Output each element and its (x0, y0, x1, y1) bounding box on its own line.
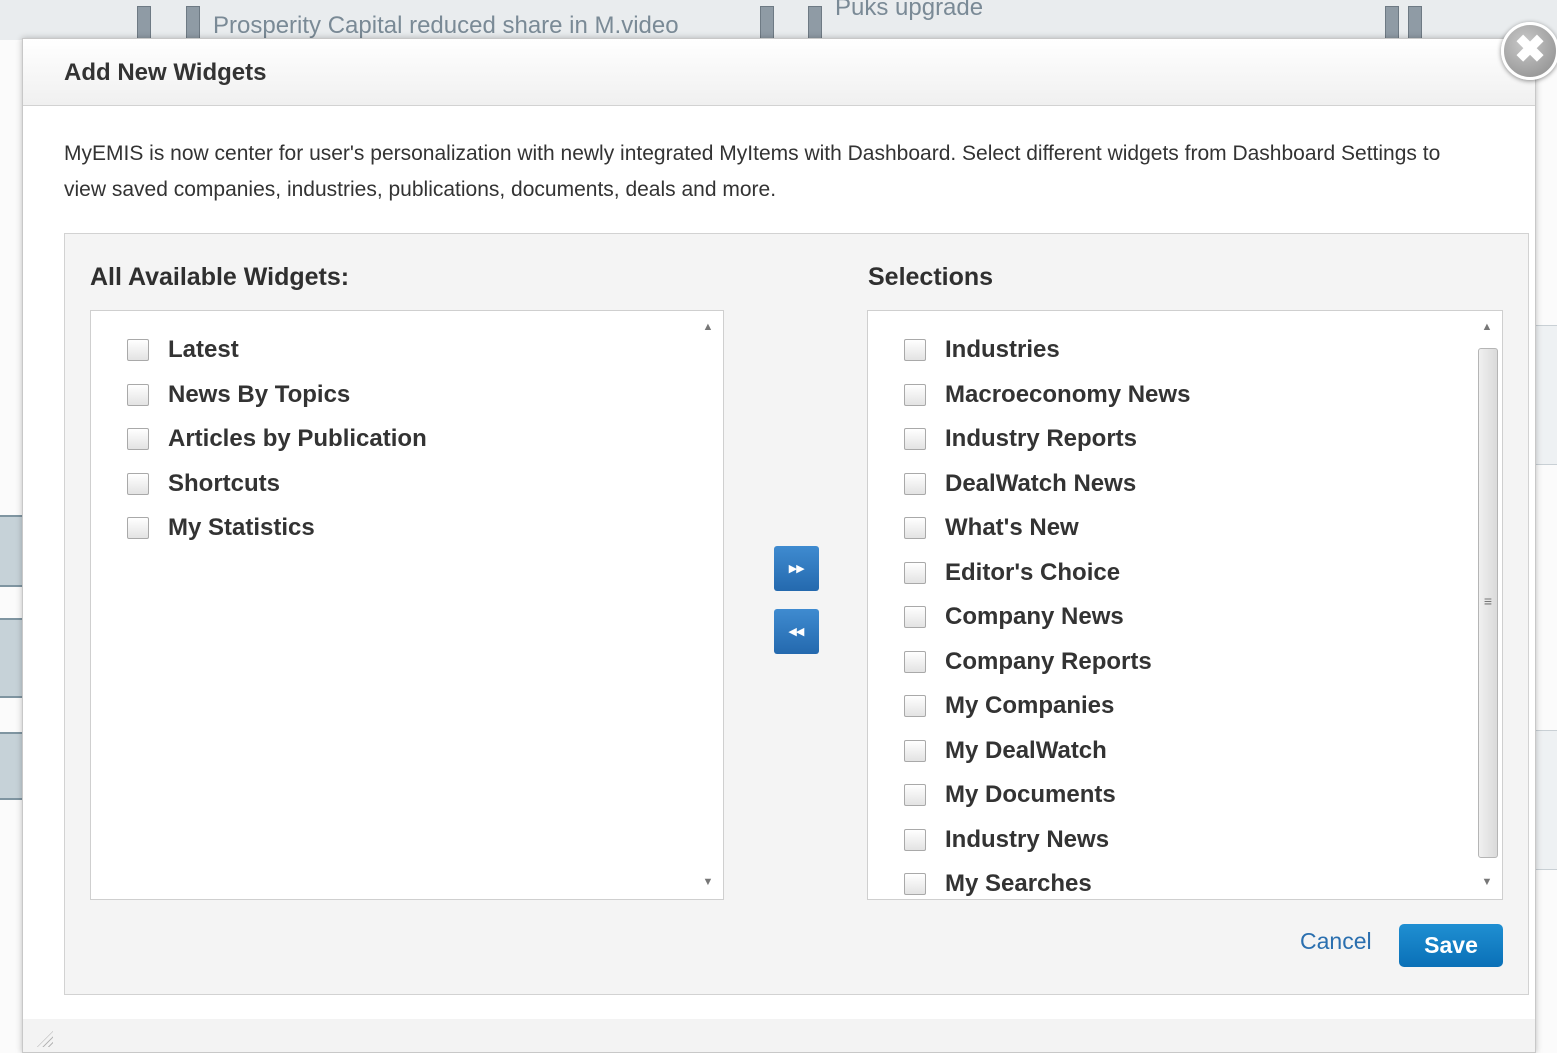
background-divider (186, 6, 200, 40)
widget-label: Macroeconomy News (945, 380, 1191, 408)
widget-label: Industry News (945, 825, 1110, 853)
widget-picker-panel: All Available Widgets: Latest News By Top… (64, 233, 1529, 995)
widget-list-item[interactable]: Industry News (904, 818, 1190, 863)
selections-heading: Selections (868, 263, 994, 291)
widget-checkbox[interactable] (904, 873, 926, 896)
background-divider (137, 6, 151, 40)
scroll-down-icon[interactable]: ▼ (693, 869, 723, 895)
background-divider (808, 6, 822, 40)
grip-icon: ≡ (1483, 593, 1493, 609)
available-widgets-list[interactable]: Latest News By Topics Articles by Publicat… (90, 310, 724, 900)
background-sidebar-tab (0, 515, 22, 587)
dialog-body: MyEMIS is now center for user's personal… (23, 106, 1535, 1019)
background-divider (760, 6, 774, 40)
background-headline: Puks upgrade (835, 0, 984, 21)
widget-label: My Searches (945, 870, 1092, 898)
double-chevron-left-icon: ◂◂ (788, 623, 805, 640)
widget-label: What's New (945, 514, 1079, 542)
widget-label: Industry Reports (945, 425, 1138, 453)
widget-label: News By Topics (168, 380, 351, 408)
widget-label: Industries (945, 336, 1060, 364)
widget-list-item[interactable]: Latest (127, 328, 427, 373)
widget-label: My Statistics (168, 514, 315, 542)
widget-label: Shortcuts (168, 469, 281, 497)
background-divider (1408, 6, 1422, 40)
background-headline: Prosperity Capital reduced share in M.vi… (213, 12, 679, 39)
widget-label: My Documents (945, 781, 1116, 809)
save-button[interactable]: Save (1399, 924, 1503, 967)
widget-list-item[interactable]: What's New (904, 506, 1190, 551)
scrollbar-thumb[interactable]: ≡ (1478, 348, 1498, 858)
widget-list-item[interactable]: DealWatch News (904, 462, 1190, 507)
background-divider (1385, 6, 1399, 40)
widget-list-item[interactable]: Macroeconomy News (904, 373, 1190, 418)
add-selected-button[interactable]: ▸▸ (774, 546, 819, 591)
widget-list-item[interactable]: Industries (904, 328, 1190, 373)
resize-handle-icon[interactable] (37, 1031, 53, 1047)
widget-checkbox[interactable] (904, 739, 926, 762)
widget-label: My Companies (945, 692, 1115, 720)
widget-label: Articles by Publication (168, 425, 427, 453)
dialog-title: Add New Widgets (64, 59, 267, 86)
widget-label: Editor's Choice (945, 558, 1121, 586)
widget-checkbox[interactable] (904, 339, 926, 362)
close-icon[interactable]: ✖ (1501, 22, 1557, 80)
scroll-down-icon[interactable]: ▼ (1472, 869, 1502, 895)
widget-list-item[interactable]: Shortcuts (127, 462, 427, 507)
widget-list-item[interactable]: My DealWatch (904, 729, 1190, 774)
widget-label: DealWatch News (945, 469, 1137, 497)
available-widgets-heading: All Available Widgets: (90, 263, 350, 291)
widget-checkbox[interactable] (127, 517, 149, 540)
dialog-description: MyEMIS is now center for user's personal… (64, 142, 1441, 201)
widget-list-item[interactable]: Company Reports (904, 640, 1190, 685)
widget-list-item[interactable]: News By Topics (127, 373, 427, 418)
scroll-up-icon[interactable]: ▲ (693, 314, 723, 340)
widget-list-item[interactable]: My Statistics (127, 506, 427, 551)
widget-checkbox[interactable] (127, 472, 149, 495)
widget-list-item[interactable]: Industry Reports (904, 417, 1190, 462)
widget-checkbox[interactable] (904, 695, 926, 718)
widget-checkbox[interactable] (127, 339, 149, 362)
background-sidebar-tab (0, 732, 22, 800)
widget-list-item[interactable]: My Companies (904, 684, 1190, 729)
widget-checkbox[interactable] (904, 650, 926, 673)
background-sidebar-tab (1536, 730, 1557, 870)
widget-checkbox[interactable] (904, 784, 926, 807)
widget-checkbox[interactable] (904, 561, 926, 584)
widget-checkbox[interactable] (904, 428, 926, 451)
widget-checkbox[interactable] (904, 383, 926, 406)
widget-list-item[interactable]: My Searches (904, 862, 1190, 899)
widget-checkbox[interactable] (904, 606, 926, 629)
scroll-up-icon[interactable]: ▲ (1472, 314, 1502, 340)
widget-checkbox[interactable] (904, 472, 926, 495)
dialog-header: Add New Widgets (23, 39, 1535, 106)
background-news-strip: Prosperity Capital reduced share in M.vi… (0, 0, 1557, 40)
widget-checkbox[interactable] (904, 828, 926, 851)
widget-list-item[interactable]: Company News (904, 595, 1190, 640)
selections-list-scrollbar[interactable]: ▲ ≡ ▼ (1472, 311, 1502, 899)
widget-list-item[interactable]: My Documents (904, 773, 1190, 818)
widget-list-item[interactable]: Editor's Choice (904, 551, 1190, 596)
widget-label: Company Reports (945, 647, 1152, 675)
selections-list[interactable]: Industries Macroeconomy News Industry Repo… (867, 310, 1503, 900)
cancel-button[interactable]: Cancel (1300, 928, 1372, 955)
widget-label: Latest (168, 336, 239, 364)
widget-label: Company News (945, 603, 1124, 631)
widget-checkbox[interactable] (127, 383, 149, 406)
remove-selected-button[interactable]: ◂◂ (774, 609, 819, 654)
background-sidebar-tab (0, 618, 22, 698)
widget-label: My DealWatch (945, 736, 1107, 764)
widget-checkbox[interactable] (127, 428, 149, 451)
available-list-scrollbar[interactable]: ▲ ▼ (693, 311, 723, 899)
background-sidebar-tab (1536, 325, 1557, 465)
widget-checkbox[interactable] (904, 517, 926, 540)
widget-list-item[interactable]: Articles by Publication (127, 417, 427, 462)
add-widgets-dialog: Add New Widgets MyEMIS is now center for… (22, 22, 1557, 1053)
double-chevron-right-icon: ▸▸ (788, 560, 805, 577)
